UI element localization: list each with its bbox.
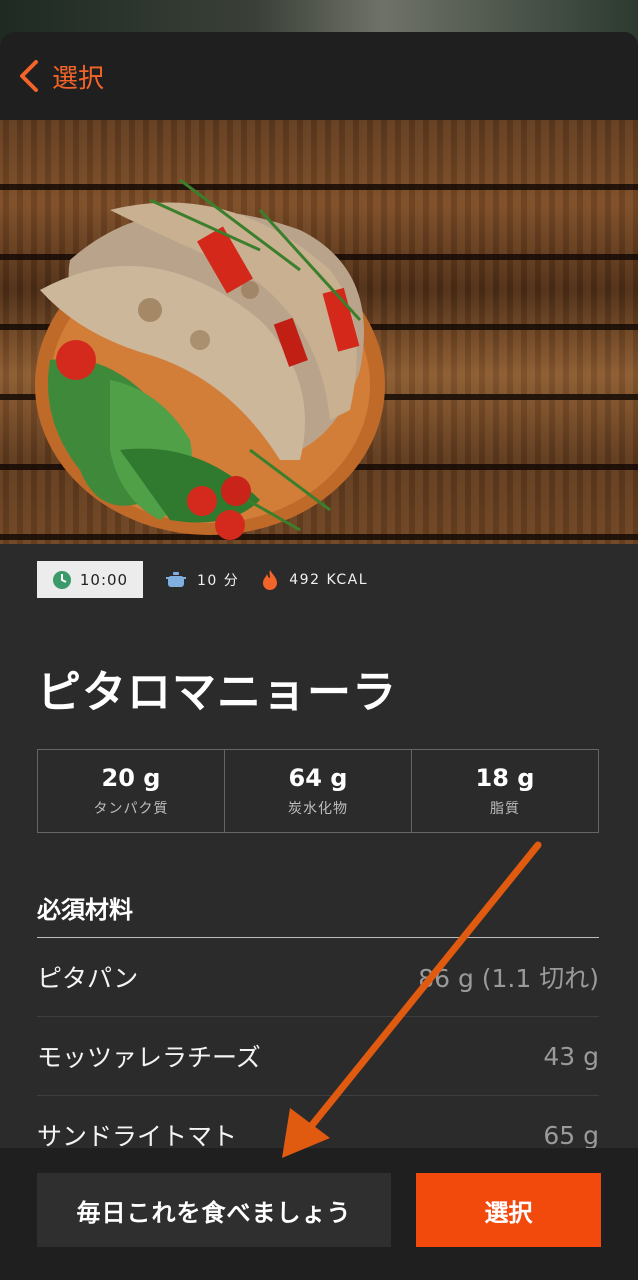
ingredient-amount: 43 g [543, 1041, 599, 1071]
macro-value: 18 g [475, 764, 535, 792]
cook-time-value: 10 分 [197, 572, 240, 589]
macro-fat: 18 g 脂質 [412, 750, 598, 832]
ingredient-name: ピタパン [37, 964, 139, 993]
calories-value: 492 KCAL [289, 571, 369, 588]
macro-carbs: 64 g 炭水化物 [225, 750, 412, 832]
flame-icon [263, 569, 278, 590]
macro-label: タンパク質 [93, 801, 169, 817]
select-button[interactable]: 選択 [416, 1173, 601, 1247]
clock-icon [52, 570, 71, 589]
macro-value: 20 g [101, 764, 161, 792]
navigation-bar: 選択 [0, 32, 638, 120]
macro-label: 脂質 [490, 801, 520, 817]
chevron-left-icon [20, 60, 38, 92]
back-label: 選択 [52, 63, 105, 94]
eat-daily-button[interactable]: 毎日これを食べましょう [37, 1173, 391, 1247]
ingredient-amount: 65 g [543, 1120, 599, 1150]
time-value: 10:00 [79, 570, 129, 589]
recipe-title: ピタロマニョーラ [37, 667, 397, 718]
macro-protein: 20 g タンパク質 [38, 750, 225, 832]
footer-bar: 毎日これを食べましょう 選択 [0, 1148, 638, 1280]
time-chip[interactable]: 10:00 [37, 561, 143, 598]
pot-icon [166, 571, 186, 587]
macro-table: 20 g タンパク質 64 g 炭水化物 18 g 脂質 [37, 749, 599, 833]
ingredient-amount: 86 g (1.1 切れ) [418, 964, 599, 993]
pita-plate-illustration [35, 178, 385, 540]
macro-value: 64 g [288, 764, 348, 792]
list-item: ピタパン 86 g (1.1 切れ) [37, 938, 599, 1017]
cook-time: 10 分 [165, 570, 239, 590]
macro-label: 炭水化物 [288, 801, 348, 817]
ingredient-list: ピタパン 86 g (1.1 切れ) モッツァレラチーズ 43 g サンドライト… [37, 938, 599, 1175]
calories: 492 KCAL [261, 569, 368, 591]
recipe-meta: 10:00 10 分 492 KCAL [37, 561, 368, 598]
recipe-photo [0, 120, 638, 544]
back-button[interactable]: 選択 [18, 58, 104, 95]
ingredients-heading: 必須材料 [37, 896, 133, 924]
ingredient-name: モッツァレラチーズ [37, 1043, 261, 1072]
list-item: モッツァレラチーズ 43 g [37, 1017, 599, 1096]
